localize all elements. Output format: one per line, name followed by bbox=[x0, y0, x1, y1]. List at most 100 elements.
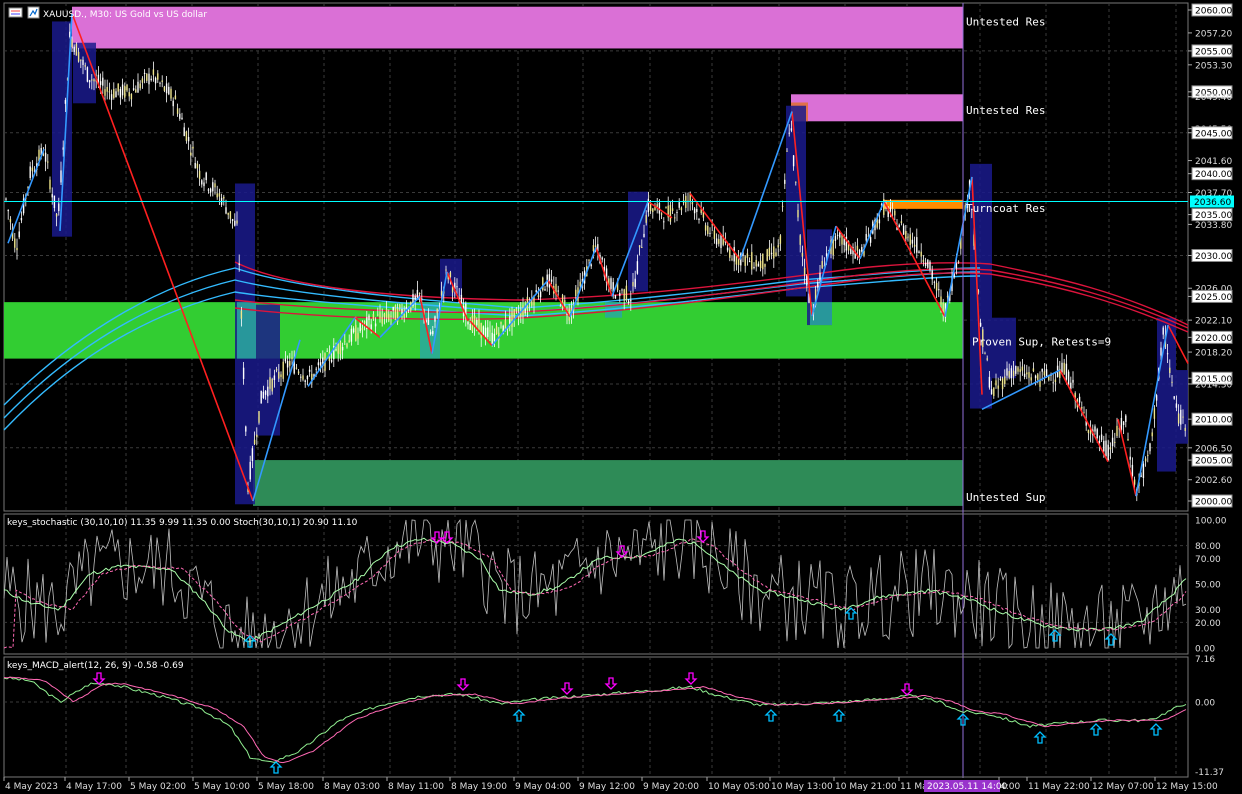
stoch-tick-label: 70.00 bbox=[1195, 555, 1221, 565]
candle-body bbox=[1096, 429, 1098, 439]
stoch-tick-label: 100.00 bbox=[1195, 517, 1227, 527]
candle-body bbox=[429, 331, 432, 335]
candle-body bbox=[418, 292, 421, 294]
candle-body bbox=[1114, 441, 1116, 443]
candle-body bbox=[297, 371, 300, 374]
candle-body bbox=[718, 239, 720, 244]
candle-body bbox=[1149, 443, 1151, 452]
candle-body bbox=[636, 261, 639, 274]
chart-type-icon[interactable] bbox=[8, 7, 23, 18]
candle-body bbox=[487, 327, 489, 337]
candle-body bbox=[218, 193, 221, 197]
candle-body bbox=[632, 282, 634, 287]
candle-body bbox=[733, 247, 735, 262]
zone-untested-res-2 bbox=[791, 94, 963, 122]
macd-tick-label: 7.16 bbox=[1195, 655, 1215, 665]
candle-body bbox=[154, 77, 157, 84]
candle-body bbox=[1063, 362, 1065, 374]
candle-body bbox=[1081, 407, 1083, 409]
candle-body bbox=[1045, 369, 1048, 377]
candle-body bbox=[229, 211, 232, 219]
candle-body bbox=[610, 278, 612, 289]
time-label: 4 May 2023 bbox=[5, 782, 58, 792]
candle-body bbox=[9, 218, 12, 223]
candle-body bbox=[216, 193, 218, 198]
candle-body bbox=[643, 233, 645, 238]
candle-body bbox=[198, 170, 201, 179]
candle-body bbox=[214, 183, 216, 188]
candle-body bbox=[256, 434, 258, 437]
candle-body bbox=[482, 326, 485, 336]
candle-body bbox=[1142, 463, 1145, 478]
candle-body bbox=[1028, 372, 1030, 378]
candle-body bbox=[1008, 371, 1010, 378]
candle-body bbox=[445, 269, 447, 271]
candle-body bbox=[117, 83, 119, 92]
candle-body bbox=[372, 314, 375, 320]
candle-body bbox=[927, 259, 929, 268]
candle-body bbox=[16, 247, 18, 251]
time-label: 9 May 04:00 bbox=[515, 782, 571, 792]
candle-body bbox=[460, 294, 463, 304]
candle-body bbox=[18, 231, 20, 238]
time-label: 8 May 19:00 bbox=[451, 782, 507, 792]
candle-body bbox=[920, 251, 922, 257]
candle-body bbox=[394, 305, 397, 320]
candle-body bbox=[361, 328, 364, 330]
candle-body bbox=[1006, 368, 1008, 376]
candle-body bbox=[786, 150, 788, 152]
candle-body bbox=[922, 259, 925, 262]
candle-body bbox=[280, 374, 282, 377]
candle-body bbox=[784, 179, 786, 184]
macd-indicator-label: keys_MACD_alert(12, 26, 9) -0.58 -0.69 bbox=[7, 661, 184, 671]
candle-body bbox=[999, 378, 1002, 380]
candle-body bbox=[80, 59, 82, 61]
candle-body bbox=[1180, 409, 1182, 425]
candle-body bbox=[363, 321, 366, 324]
candle-body bbox=[500, 322, 502, 325]
candle-body bbox=[979, 322, 982, 327]
candle-body bbox=[1105, 440, 1107, 457]
candle-body bbox=[801, 252, 804, 257]
candle-body bbox=[344, 340, 346, 342]
time-label: 11 May 22:00 bbox=[1028, 782, 1090, 792]
candle-body bbox=[625, 285, 628, 301]
candle-body bbox=[271, 379, 273, 392]
candle-body bbox=[907, 236, 909, 238]
candle-body bbox=[102, 77, 104, 86]
candle-body bbox=[1166, 353, 1169, 355]
candle-body bbox=[427, 317, 430, 325]
candle-body bbox=[71, 39, 73, 48]
candle-body bbox=[141, 78, 144, 83]
candle-body bbox=[308, 369, 311, 372]
candle-body bbox=[621, 289, 623, 291]
candle-body bbox=[544, 289, 546, 291]
candle-body bbox=[7, 209, 9, 212]
candle-body bbox=[843, 238, 845, 245]
price-tick-label: 2018.20 bbox=[1195, 349, 1232, 359]
chart-window[interactable]: Untested Res Untested Res Turncoat Res Prov… bbox=[0, 0, 1242, 794]
price-tick-label: 2030.00 bbox=[1195, 252, 1232, 262]
candle-body bbox=[748, 261, 751, 263]
zone-label: Untested Res bbox=[966, 104, 1045, 117]
candle-body bbox=[869, 237, 872, 243]
candle-body bbox=[302, 375, 304, 380]
candle-body bbox=[60, 170, 62, 183]
stoch-tick-label: 50.00 bbox=[1195, 581, 1221, 591]
candle-body bbox=[762, 253, 764, 270]
price-tick-label: 2033.80 bbox=[1195, 221, 1232, 231]
candle-body bbox=[663, 221, 665, 223]
candle-body bbox=[797, 209, 799, 218]
price-tick-label: 2053.30 bbox=[1195, 61, 1232, 71]
candle-body bbox=[113, 88, 115, 99]
candle-body bbox=[355, 324, 357, 341]
candle-body bbox=[469, 323, 471, 330]
stoch-tick-label: 0.00 bbox=[1195, 645, 1215, 655]
candle-body bbox=[194, 162, 196, 169]
candle-body bbox=[1012, 370, 1015, 377]
candle-body bbox=[557, 290, 559, 292]
candle-body bbox=[319, 362, 322, 366]
candle-body bbox=[234, 220, 236, 226]
price-tick-label: 2045.00 bbox=[1195, 129, 1232, 139]
candle-body bbox=[187, 137, 190, 142]
